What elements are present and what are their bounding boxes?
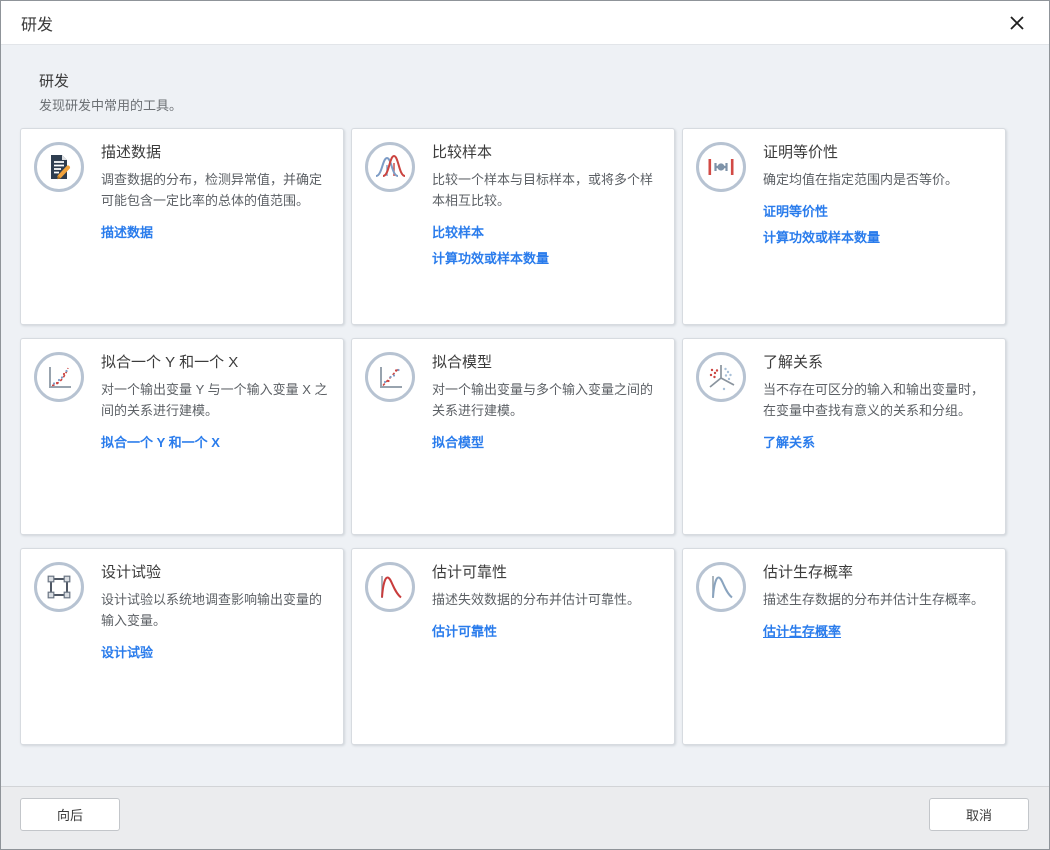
card-title: 描述数据 [101, 143, 329, 163]
link-power-sample-size[interactable]: 计算功效或样本数量 [432, 251, 549, 267]
equivalence-interval-icon [696, 142, 746, 192]
document-pencil-icon [34, 142, 84, 192]
card-description: 调查数据的分布，检测异常值，并确定可能包含一定比率的总体的值范围。 [101, 169, 329, 211]
card-description: 设计试验以系统地调查影响输出变量的输入变量。 [101, 589, 329, 631]
link-fit-y-x[interactable]: 拟合一个 Y 和一个 X [101, 435, 220, 451]
link-estimate-survival[interactable]: 估计生存概率 [763, 624, 841, 640]
card-description: 对一个输出变量与多个输入变量之间的关系进行建模。 [432, 379, 660, 421]
link-estimate-reliability[interactable]: 估计可靠性 [432, 624, 497, 640]
card-prove-equivalence: 证明等价性 确定均值在指定范围内是否等价。 证明等价性 计算功效或样本数量 [682, 128, 1006, 325]
card-describe-data: 描述数据 调查数据的分布，检测异常值，并确定可能包含一定比率的总体的值范围。 描… [20, 128, 344, 325]
fitted-curve-scatter-icon [34, 352, 84, 402]
dialog-body: 研发 发现研发中常用的工具。 描述数据 调查数据的分布，检测异常值，并确定可能包… [1, 45, 1049, 786]
card-compare-samples: 比较样本 比较一个样本与目标样本，或将多个样本相互比较。 比较样本 计算功效或样… [351, 128, 675, 325]
card-description: 比较一个样本与目标样本，或将多个样本相互比较。 [432, 169, 660, 211]
dialog-title: 研发 [21, 11, 53, 35]
card-understand-relationships: 了解关系 当不存在可区分的输入和输出变量时，在变量中查找有意义的关系和分组。 了… [682, 338, 1006, 535]
card-title: 证明等价性 [763, 143, 991, 163]
survival-distribution-icon [696, 562, 746, 612]
reliability-distribution-icon [365, 562, 415, 612]
card-estimate-reliability: 估计可靠性 描述失效数据的分布并估计可靠性。 估计可靠性 [351, 548, 675, 745]
overlapping-distributions-icon [365, 142, 415, 192]
card-description: 描述生存数据的分布并估计生存概率。 [763, 589, 991, 610]
cancel-button[interactable]: 取消 [929, 798, 1029, 831]
link-power-sample-size[interactable]: 计算功效或样本数量 [763, 230, 880, 246]
link-describe-data[interactable]: 描述数据 [101, 225, 153, 241]
card-description: 描述失效数据的分布并估计可靠性。 [432, 589, 660, 610]
assistant-dialog: 研发 研发 发现研发中常用的工具。 描述数据 [0, 0, 1050, 850]
link-compare-samples[interactable]: 比较样本 [432, 225, 484, 241]
section-subtitle: 发现研发中常用的工具。 [39, 95, 182, 114]
card-description: 确定均值在指定范围内是否等价。 [763, 169, 991, 190]
card-description: 当不存在可区分的输入和输出变量时，在变量中查找有意义的关系和分组。 [763, 379, 991, 421]
card-title: 估计可靠性 [432, 563, 660, 583]
3d-scatter-icon [696, 352, 746, 402]
link-prove-equivalence[interactable]: 证明等价性 [763, 204, 828, 220]
card-title: 设计试验 [101, 563, 329, 583]
link-understand-relationships[interactable]: 了解关系 [763, 435, 815, 451]
card-title: 比较样本 [432, 143, 660, 163]
card-title: 估计生存概率 [763, 563, 991, 583]
card-description: 对一个输出变量 Y 与一个输入变量 X 之间的关系进行建模。 [101, 379, 329, 421]
link-design-experiment[interactable]: 设计试验 [101, 645, 153, 661]
card-estimate-survival: 估计生存概率 描述生存数据的分布并估计生存概率。 估计生存概率 [682, 548, 1006, 745]
doe-square-icon [34, 562, 84, 612]
dialog-titlebar: 研发 [1, 1, 1049, 45]
card-fit-y-x: 拟合一个 Y 和一个 X 对一个输出变量 Y 与一个输入变量 X 之间的关系进行… [20, 338, 344, 535]
dialog-footer: 向后 取消 [1, 786, 1049, 849]
link-fit-model[interactable]: 拟合模型 [432, 435, 484, 451]
card-fit-model: 拟合模型 对一个输出变量与多个输入变量之间的关系进行建模。 拟合模型 [351, 338, 675, 535]
card-title: 拟合模型 [432, 353, 660, 373]
card-title: 了解关系 [763, 353, 991, 373]
fitted-line-scatter-icon [365, 352, 415, 402]
section-title: 研发 [39, 70, 69, 91]
card-title: 拟合一个 Y 和一个 X [101, 353, 329, 373]
card-design-experiment: 设计试验 设计试验以系统地调查影响输出变量的输入变量。 设计试验 [20, 548, 344, 745]
close-icon[interactable] [1003, 9, 1031, 37]
back-button[interactable]: 向后 [20, 798, 120, 831]
tool-card-grid: 描述数据 调查数据的分布，检测异常值，并确定可能包含一定比率的总体的值范围。 描… [20, 128, 1006, 745]
